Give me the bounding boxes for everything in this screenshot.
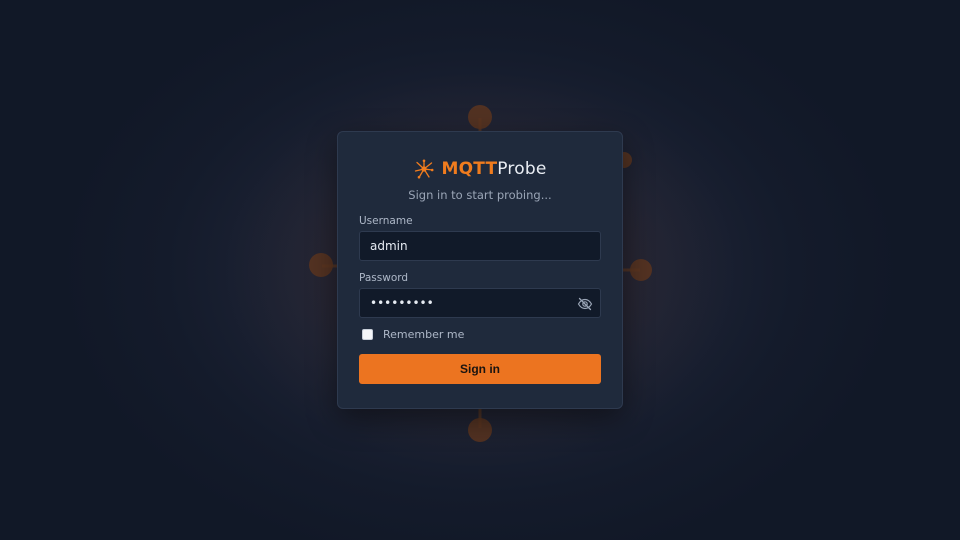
- spark-probe-icon: [414, 159, 433, 179]
- network-node: [630, 259, 652, 281]
- password-field-wrapper: [359, 288, 601, 318]
- brand-name-accent: MQTT: [441, 159, 498, 179]
- brand-name-rest: Probe: [497, 159, 547, 179]
- eye-off-icon[interactable]: [577, 296, 593, 312]
- remember-me-checkbox[interactable]: [362, 328, 373, 340]
- brand-name: MQTTProbe: [442, 159, 547, 179]
- tagline: Sign in to start probing...: [408, 188, 552, 202]
- password-input[interactable]: [360, 289, 600, 317]
- network-node: [468, 418, 492, 442]
- network-node: [468, 105, 492, 129]
- login-card: MQTTProbe Sign in to start probing... Us…: [337, 131, 623, 409]
- remember-me-label[interactable]: Remember me: [383, 328, 464, 341]
- brand-logo: MQTTProbe: [338, 158, 622, 180]
- username-label: Username: [359, 215, 413, 227]
- remember-me: Remember me: [362, 327, 464, 341]
- username-input[interactable]: [360, 232, 600, 260]
- username-field-wrapper: [359, 231, 601, 261]
- password-label: Password: [359, 272, 409, 284]
- sign-in-button[interactable]: Sign in: [359, 354, 601, 384]
- network-node: [309, 253, 333, 277]
